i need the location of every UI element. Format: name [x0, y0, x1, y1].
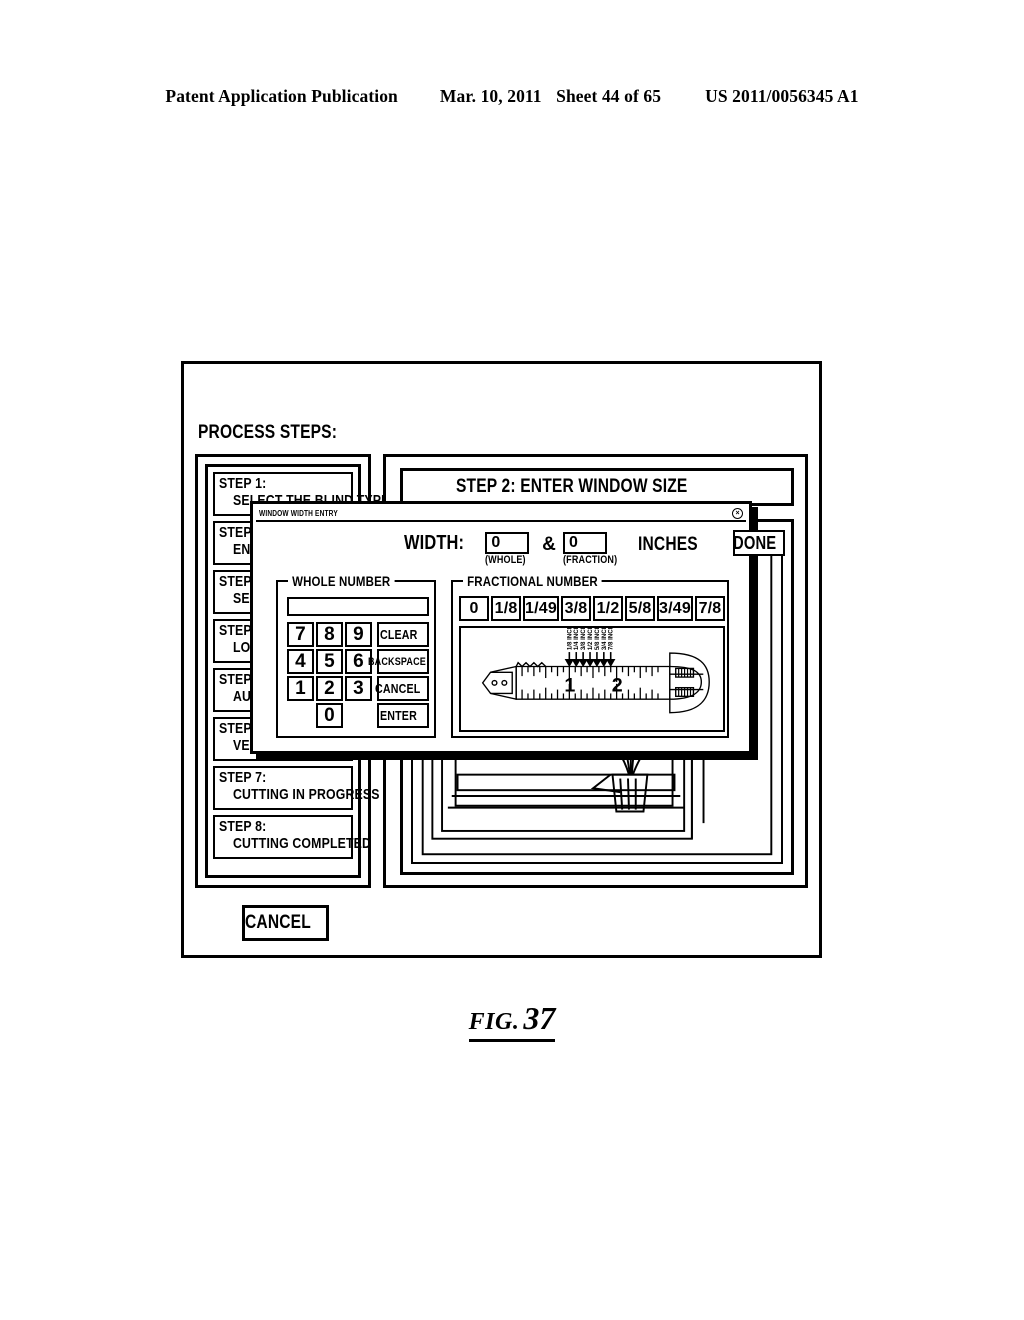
fraction-value-field[interactable]: 0	[563, 532, 607, 554]
fraction-option-label: 3/49	[659, 599, 691, 617]
fraction-option-label: 1/49	[525, 599, 557, 617]
tape-measure-illustration-frame: 1 2 1/8 INCH 1/4 INCH 3/8 INCH 1/2 INCH …	[459, 626, 725, 732]
fraction-option-label: 7/8	[698, 599, 722, 617]
fraction-option-label: 5/8	[628, 599, 652, 617]
cancel-button[interactable]: CANCEL	[242, 905, 329, 941]
key-8[interactable]: 8	[316, 622, 343, 647]
fraction-option-1[interactable]: 1/8	[491, 596, 522, 621]
clear-button-label: CLEAR	[380, 627, 418, 642]
key-label: 6	[353, 650, 364, 672]
clear-button[interactable]: CLEAR	[377, 622, 429, 647]
key-0[interactable]: 0	[316, 703, 343, 728]
dialog-titlebar[interactable]: WINDOW WIDTH ENTRY ×	[256, 507, 746, 522]
key-2[interactable]: 2	[316, 676, 343, 701]
page-header: Patent Application Publication Mar. 10, …	[0, 86, 1024, 107]
fraction-option-label: 3/8	[564, 599, 588, 617]
done-button[interactable]: DONE	[732, 530, 786, 556]
whole-field-group: 0 (WHOLE)	[485, 530, 535, 566]
keypad-cancel-button-label: CANCEL	[375, 681, 421, 696]
dialog-title: WINDOW WIDTH ENTRY	[259, 509, 338, 518]
whole-value: 0	[491, 534, 501, 551]
fraction-option-4[interactable]: 1/2	[593, 596, 624, 621]
key-label: 2	[324, 677, 335, 699]
ruler-inch-1: 1	[564, 675, 575, 697]
backspace-button-label: BACKSPACE	[367, 655, 426, 668]
step-number: STEP 1:	[219, 475, 267, 492]
fraction-value: 0	[569, 534, 579, 551]
key-5[interactable]: 5	[316, 649, 343, 674]
window-width-entry-dialog: WINDOW WIDTH ENTRY × WIDTH: 0 (WHOLE) & …	[250, 501, 786, 754]
step-item-7[interactable]: STEP 7: CUTTING IN PROGRESS	[213, 766, 380, 810]
publication-date: Mar. 10, 2011	[439, 86, 542, 106]
fraction-option-6[interactable]: 3/49	[657, 596, 693, 621]
whole-value-field[interactable]: 0	[485, 532, 530, 554]
key-7[interactable]: 7	[287, 622, 314, 647]
fractional-number-panel: FRACTIONAL NUMBER 0 1/8 1/49 3/8 1/2 5/8…	[451, 573, 729, 738]
whole-field-caption: (WHOLE)	[485, 554, 527, 566]
fraction-option-row: 0 1/8 1/49 3/8 1/2 5/8 3/49 7/8	[459, 596, 725, 621]
whole-number-display[interactable]	[287, 597, 429, 616]
fraction-option-label: 0	[469, 599, 479, 617]
key-label: 8	[324, 623, 335, 645]
whole-number-legend: WHOLE NUMBER	[288, 573, 395, 589]
enter-button-label: ENTER	[380, 708, 418, 723]
width-entry-row: WIDTH: 0 (WHOLE) & 0 (FRACTION) INCHES D…	[253, 528, 786, 574]
date-sheet-group: Mar. 10, 2011 Sheet 44 of 65	[440, 86, 661, 107]
inches-label: INCHES	[638, 534, 699, 555]
process-steps-title: PROCESS STEPS:	[198, 422, 338, 443]
fraction-option-2[interactable]: 1/49	[523, 596, 559, 621]
key-label: 0	[324, 704, 335, 726]
figure-number: 37	[523, 1000, 556, 1036]
tape-measure-icon: 1 2 1/8 INCH 1/4 INCH 3/8 INCH 1/2 INCH …	[481, 628, 710, 714]
figure-caption: FIG. 37	[0, 1000, 1024, 1042]
key-label: 5	[324, 650, 335, 672]
step-text: CUTTING IN PROGRESS	[233, 786, 380, 803]
backspace-button[interactable]: BACKSPACE	[368, 649, 429, 674]
close-icon[interactable]: ×	[732, 508, 743, 519]
fraction-option-7[interactable]: 7/8	[694, 596, 725, 621]
fraction-option-0[interactable]: 0	[459, 596, 490, 621]
key-label: 3	[353, 677, 364, 699]
ampersand-separator: &	[542, 534, 556, 555]
key-label: 1	[295, 677, 306, 699]
step-text: CUTTING COMPLETED	[233, 835, 372, 852]
done-button-label: DONE	[732, 532, 777, 553]
fraction-field-group: 0 (FRACTION)	[563, 530, 629, 566]
patent-number: US 2011/0056345 A1	[705, 86, 859, 106]
fraction-option-5[interactable]: 5/8	[625, 596, 656, 621]
key-3[interactable]: 3	[345, 676, 372, 701]
key-label: 7	[295, 623, 306, 645]
key-4[interactable]: 4	[287, 649, 314, 674]
key-label: 9	[353, 623, 364, 645]
key-1[interactable]: 1	[287, 676, 314, 701]
publication-label: Patent Application Publication	[165, 86, 398, 106]
step-item-8[interactable]: STEP 8: CUTTING COMPLETED	[213, 815, 372, 859]
fraction-option-label: 1/8	[494, 599, 518, 617]
fraction-field-caption: (FRACTION)	[563, 554, 618, 566]
keypad-cancel-button[interactable]: CANCEL	[375, 676, 429, 701]
numeric-keypad: 7 4 1 8 5 2 0 9 6 3 CLEAR BACKSPACE CANC…	[287, 622, 429, 732]
enter-button[interactable]: ENTER	[377, 703, 429, 728]
fractional-number-legend: FRACTIONAL NUMBER	[463, 573, 602, 589]
whole-number-panel: WHOLE NUMBER 7 4 1 8 5 2 0 9 6 3 CLEAR B…	[276, 573, 436, 738]
ruler-label-7: 7/8 INCH	[608, 628, 615, 650]
ruler-inch-2: 2	[612, 675, 623, 697]
key-9[interactable]: 9	[345, 622, 372, 647]
step-number: STEP 8:	[219, 818, 267, 835]
key-label: 4	[295, 650, 306, 672]
sheet-number: Sheet 44 of 65	[556, 86, 662, 106]
step2-banner-label: STEP 2: ENTER WINDOW SIZE	[455, 476, 688, 497]
width-label: WIDTH:	[404, 532, 465, 554]
step-number: STEP 7:	[219, 769, 267, 786]
whole-number-display-value	[289, 599, 293, 616]
cancel-button-label: CANCEL	[245, 912, 312, 933]
fraction-option-3[interactable]: 3/8	[560, 596, 591, 621]
fraction-option-label: 1/2	[596, 599, 620, 617]
figure-label: FIG.	[468, 1009, 520, 1035]
